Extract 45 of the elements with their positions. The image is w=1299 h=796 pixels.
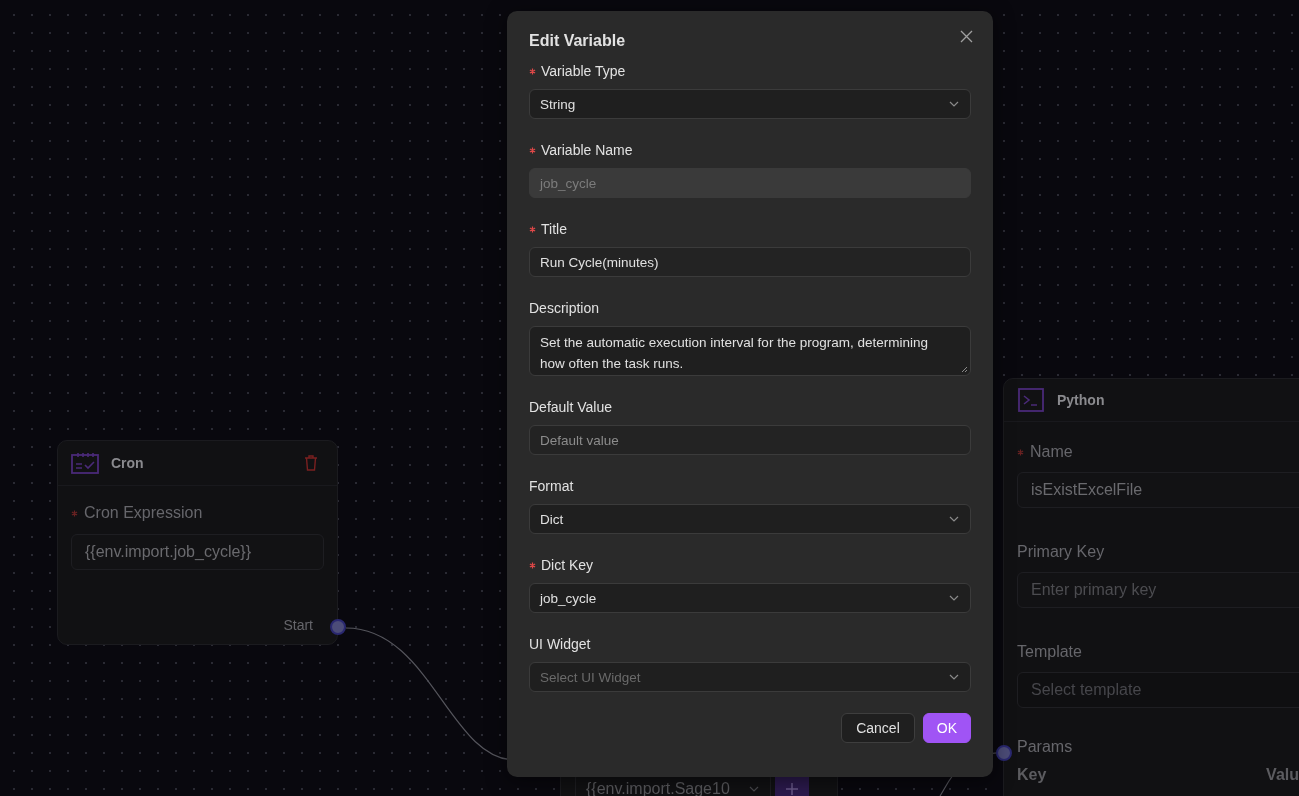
required-icon [71, 509, 78, 517]
field-label: Dict Key [541, 557, 594, 573]
connection-port[interactable] [330, 619, 346, 635]
select-field[interactable]: Dict [529, 504, 971, 534]
field-label: Variable Name [541, 142, 633, 158]
field-label: Primary Key [1017, 543, 1105, 561]
field-label: Format [529, 478, 574, 494]
node-title: Cron [111, 455, 145, 471]
select-field[interactable]: Select UI Widget [529, 662, 971, 692]
field-label: Variable Type [541, 63, 626, 79]
select-field[interactable]: job_cycle [529, 583, 971, 613]
field-label: Description [529, 300, 600, 316]
field-label: UI Widget [529, 636, 591, 652]
required-icon [529, 67, 536, 75]
ok-button[interactable]: OK [922, 713, 971, 743]
field-label: Cron Expression [84, 504, 203, 522]
column-header: Valu [1266, 766, 1299, 784]
required-icon [529, 561, 536, 569]
field-label: Default Value [529, 399, 612, 415]
cancel-button[interactable]: Cancel [841, 713, 915, 743]
required-icon [529, 146, 536, 154]
input-field[interactable]: Enter primary key [1017, 572, 1299, 608]
terminal-icon [1018, 388, 1044, 412]
connection-port[interactable] [996, 745, 1012, 761]
resize-handle-icon [961, 366, 968, 373]
input-field[interactable]: Default value [529, 425, 971, 455]
trash-icon[interactable] [304, 455, 318, 471]
input-field[interactable]: isExistExcelFile [1017, 472, 1299, 508]
column-header: Key [1017, 766, 1047, 784]
field-label: Name [1030, 443, 1073, 461]
required-icon [1017, 448, 1024, 456]
close-icon[interactable] [960, 30, 973, 43]
section-label: Params [1017, 738, 1074, 756]
port-label: Start [283, 617, 313, 633]
field-label: Title [541, 221, 567, 237]
node-title: Python [1057, 392, 1106, 408]
input-field[interactable]: {{env.import.job_cycle}} [71, 534, 324, 570]
text-area[interactable]: Set the automatic execution interval for the program, determining how often the task runs. [529, 326, 971, 376]
select-field[interactable]: String [529, 89, 971, 119]
dialog-title: Edit Variable [529, 32, 626, 50]
required-icon [529, 225, 536, 233]
calendar-check-icon [71, 452, 99, 474]
field-label: Template [1017, 643, 1082, 661]
input-field[interactable]: Run Cycle(minutes) [529, 247, 971, 277]
plus-icon [785, 782, 799, 796]
